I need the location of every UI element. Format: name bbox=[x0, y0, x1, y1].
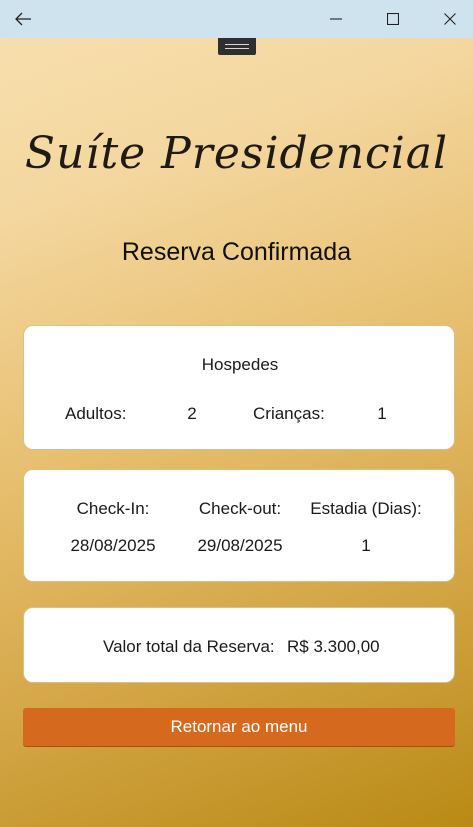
total-label: Valor total da Reserva: bbox=[103, 637, 275, 656]
close-icon bbox=[444, 13, 456, 25]
guests-card: Hospedes Adultos: 2 Crianças: 1 bbox=[23, 325, 455, 450]
page-subtitle: Reserva Confirmada bbox=[121, 238, 352, 266]
checkin-label: Check-In: bbox=[76, 499, 150, 518]
adults-value: 2 bbox=[187, 404, 197, 423]
handle-line bbox=[225, 48, 249, 49]
maximize-button[interactable] bbox=[370, 0, 416, 38]
guests-title: Hospedes bbox=[201, 355, 279, 374]
arrow-left-icon bbox=[15, 12, 31, 26]
handle-line bbox=[225, 44, 249, 45]
total-value: R$ 3.300,00 bbox=[287, 637, 380, 656]
children-label: Crianças: bbox=[253, 404, 325, 423]
checkin-value: 28/08/2025 bbox=[70, 536, 156, 555]
children-value: 1 bbox=[377, 404, 387, 423]
days-label: Estadia (Dias): bbox=[310, 499, 422, 518]
drag-handle[interactable] bbox=[218, 38, 256, 55]
title-bar bbox=[0, 0, 473, 38]
return-menu-button[interactable]: Retornar ao menu bbox=[23, 708, 455, 747]
maximize-icon bbox=[387, 13, 399, 25]
close-button[interactable] bbox=[427, 0, 473, 38]
stay-card: Check-In: Check-out: Estadia (Dias): 28/… bbox=[23, 469, 455, 582]
minimize-button[interactable] bbox=[313, 0, 359, 38]
adults-label: Adultos: bbox=[65, 404, 127, 423]
days-value: 1 bbox=[361, 536, 371, 555]
checkout-label: Check-out: bbox=[198, 499, 282, 518]
minimize-icon bbox=[330, 18, 342, 20]
checkout-value: 29/08/2025 bbox=[197, 536, 283, 555]
total-card: Valor total da Reserva: R$ 3.300,00 bbox=[23, 607, 455, 683]
back-button[interactable] bbox=[0, 0, 46, 38]
brand-title: Suíte Presidencial bbox=[24, 128, 449, 179]
